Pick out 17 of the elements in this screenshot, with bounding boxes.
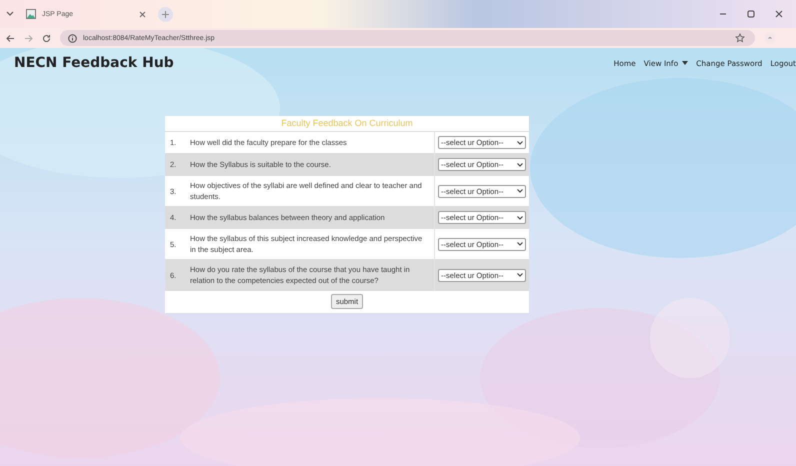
back-icon[interactable] xyxy=(6,34,15,42)
reload-icon[interactable] xyxy=(42,34,51,42)
site-title[interactable]: NECN Feedback Hub xyxy=(14,55,174,71)
chevron-down-icon xyxy=(517,216,523,220)
chevron-down-icon xyxy=(517,189,523,193)
close-icon[interactable] xyxy=(139,10,146,18)
form-title: Faculty Feedback On Curriculum xyxy=(165,116,529,132)
chevron-down-icon xyxy=(517,140,523,144)
image-icon xyxy=(26,9,36,19)
caret-icon xyxy=(682,61,688,65)
chevron-down-icon xyxy=(517,242,523,246)
info-icon xyxy=(68,34,77,42)
new-tab-icon[interactable] xyxy=(158,6,173,22)
chevron-down-icon xyxy=(517,162,523,166)
chevron-down-icon xyxy=(517,273,523,277)
star-icon[interactable] xyxy=(735,33,745,43)
chevron-icon[interactable] xyxy=(6,11,14,17)
